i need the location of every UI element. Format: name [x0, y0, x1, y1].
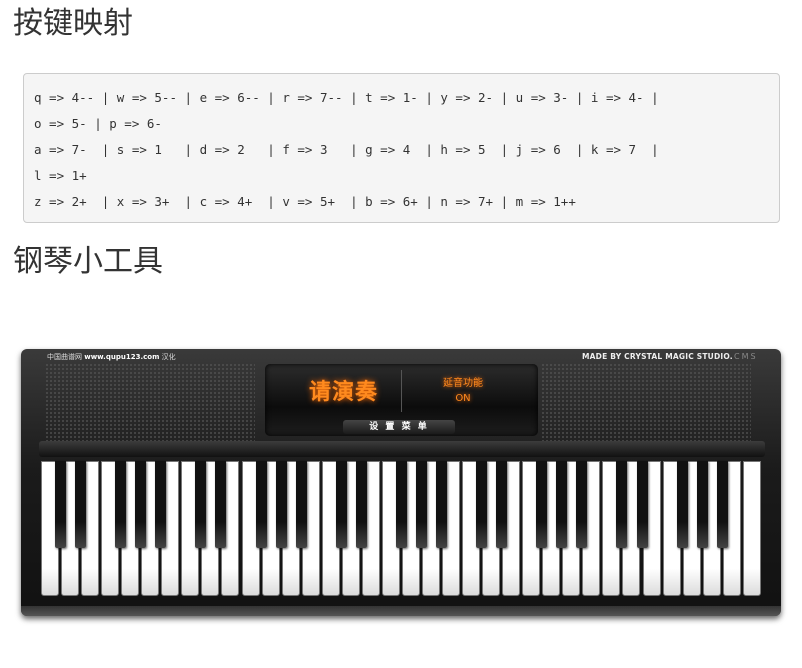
studio-credit: MADE BY CRYSTAL MAGIC STUDIO.: [582, 352, 733, 361]
credit-suffix: 汉化: [161, 353, 176, 361]
black-key[interactable]: [275, 461, 287, 548]
black-key[interactable]: [576, 461, 588, 548]
mapping-line: a => 7- | s => 1 | d => 2 | f => 3 | g =…: [34, 142, 659, 157]
white-key[interactable]: [742, 461, 761, 596]
black-key[interactable]: [556, 461, 568, 548]
black-key[interactable]: [436, 461, 447, 548]
studio-logo-icon: CMS: [734, 352, 758, 361]
black-key[interactable]: [395, 461, 407, 548]
black-key[interactable]: [676, 461, 688, 548]
key-rail: [39, 441, 765, 457]
piano-heading: 钢琴小工具: [13, 244, 163, 279]
keyboard[interactable]: [41, 461, 763, 597]
black-key[interactable]: [616, 461, 628, 548]
lcd-display: 请演奏 延音功能 ON 设 置 菜 单: [265, 364, 538, 436]
credit-site-link[interactable]: www.qupu123.com: [84, 353, 159, 361]
right-speaker-grille: [541, 363, 751, 447]
sustain-label: 延音功能: [443, 378, 483, 389]
black-key[interactable]: [195, 461, 207, 548]
black-key[interactable]: [255, 461, 267, 548]
black-key[interactable]: [55, 461, 67, 548]
black-key[interactable]: [415, 461, 427, 548]
piano-bottom-edge: [21, 606, 781, 616]
black-key[interactable]: [355, 461, 367, 548]
mapping-line: o => 5- | p => 6-: [34, 116, 162, 131]
black-key[interactable]: [155, 461, 167, 548]
black-key[interactable]: [716, 461, 728, 548]
black-key[interactable]: [295, 461, 307, 548]
mapping-line: q => 4-- | w => 5-- | e => 6-- | r => 7-…: [34, 90, 659, 105]
mapping-line: z => 2+ | x => 3+ | c => 4+ | v => 5+ | …: [34, 194, 576, 209]
black-key[interactable]: [496, 461, 508, 548]
black-key[interactable]: [335, 461, 347, 548]
black-key[interactable]: [636, 461, 648, 548]
mapping-heading: 按键映射: [13, 6, 133, 41]
sustain-indicator[interactable]: 延音功能 ON: [433, 376, 493, 406]
left-speaker-grille: [45, 363, 255, 447]
settings-menu-button[interactable]: 设 置 菜 单: [343, 420, 455, 434]
black-key[interactable]: [75, 461, 87, 548]
mapping-line: l => 1+: [34, 168, 87, 183]
black-key[interactable]: [696, 461, 708, 548]
piano-widget[interactable]: 中国曲谱网 www.qupu123.com 汉化 MADE BY CRYSTAL…: [21, 349, 781, 616]
black-key[interactable]: [135, 461, 147, 548]
black-key[interactable]: [476, 461, 488, 548]
credit-prefix: 中国曲谱网: [47, 353, 82, 361]
key-mapping-code-block: q => 4-- | w => 5-- | e => 6-- | r => 7-…: [23, 73, 780, 223]
sustain-state: ON: [455, 393, 471, 404]
black-key[interactable]: [115, 461, 127, 548]
black-key[interactable]: [215, 461, 227, 548]
credit-left: 中国曲谱网 www.qupu123.com 汉化: [47, 352, 176, 362]
black-key[interactable]: [536, 461, 548, 548]
play-prompt: 请演奏: [309, 380, 379, 405]
display-divider: [401, 370, 402, 412]
